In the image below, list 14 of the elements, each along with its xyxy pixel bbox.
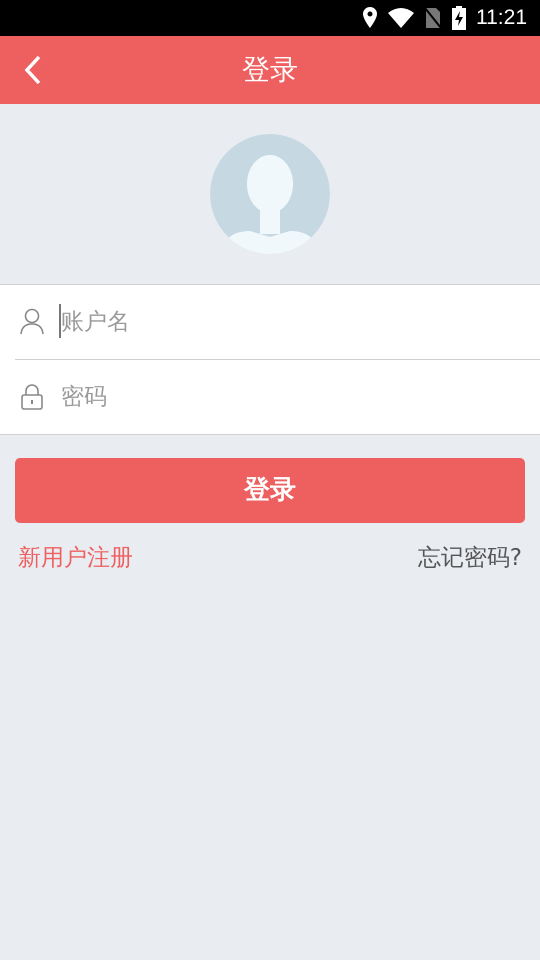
user-icon bbox=[20, 308, 44, 334]
page-title: 登录 bbox=[242, 52, 298, 88]
text-field[interactable]: 密码 bbox=[0, 360, 540, 435]
location-icon bbox=[362, 7, 378, 29]
no-sim-icon bbox=[424, 7, 442, 29]
status-time: 11:21 bbox=[476, 5, 527, 32]
avatar-icon bbox=[210, 134, 330, 254]
text-field[interactable]: 账户名 bbox=[0, 284, 540, 359]
forgot-password-link[interactable]: 忘记密码? bbox=[418, 541, 522, 576]
login-button[interactable]: 登录 bbox=[15, 458, 525, 523]
register-link[interactable]: 新用户注册 bbox=[18, 541, 133, 576]
wifi-icon bbox=[388, 8, 414, 28]
battery-charging-icon bbox=[452, 6, 466, 30]
lock-icon bbox=[21, 384, 43, 410]
